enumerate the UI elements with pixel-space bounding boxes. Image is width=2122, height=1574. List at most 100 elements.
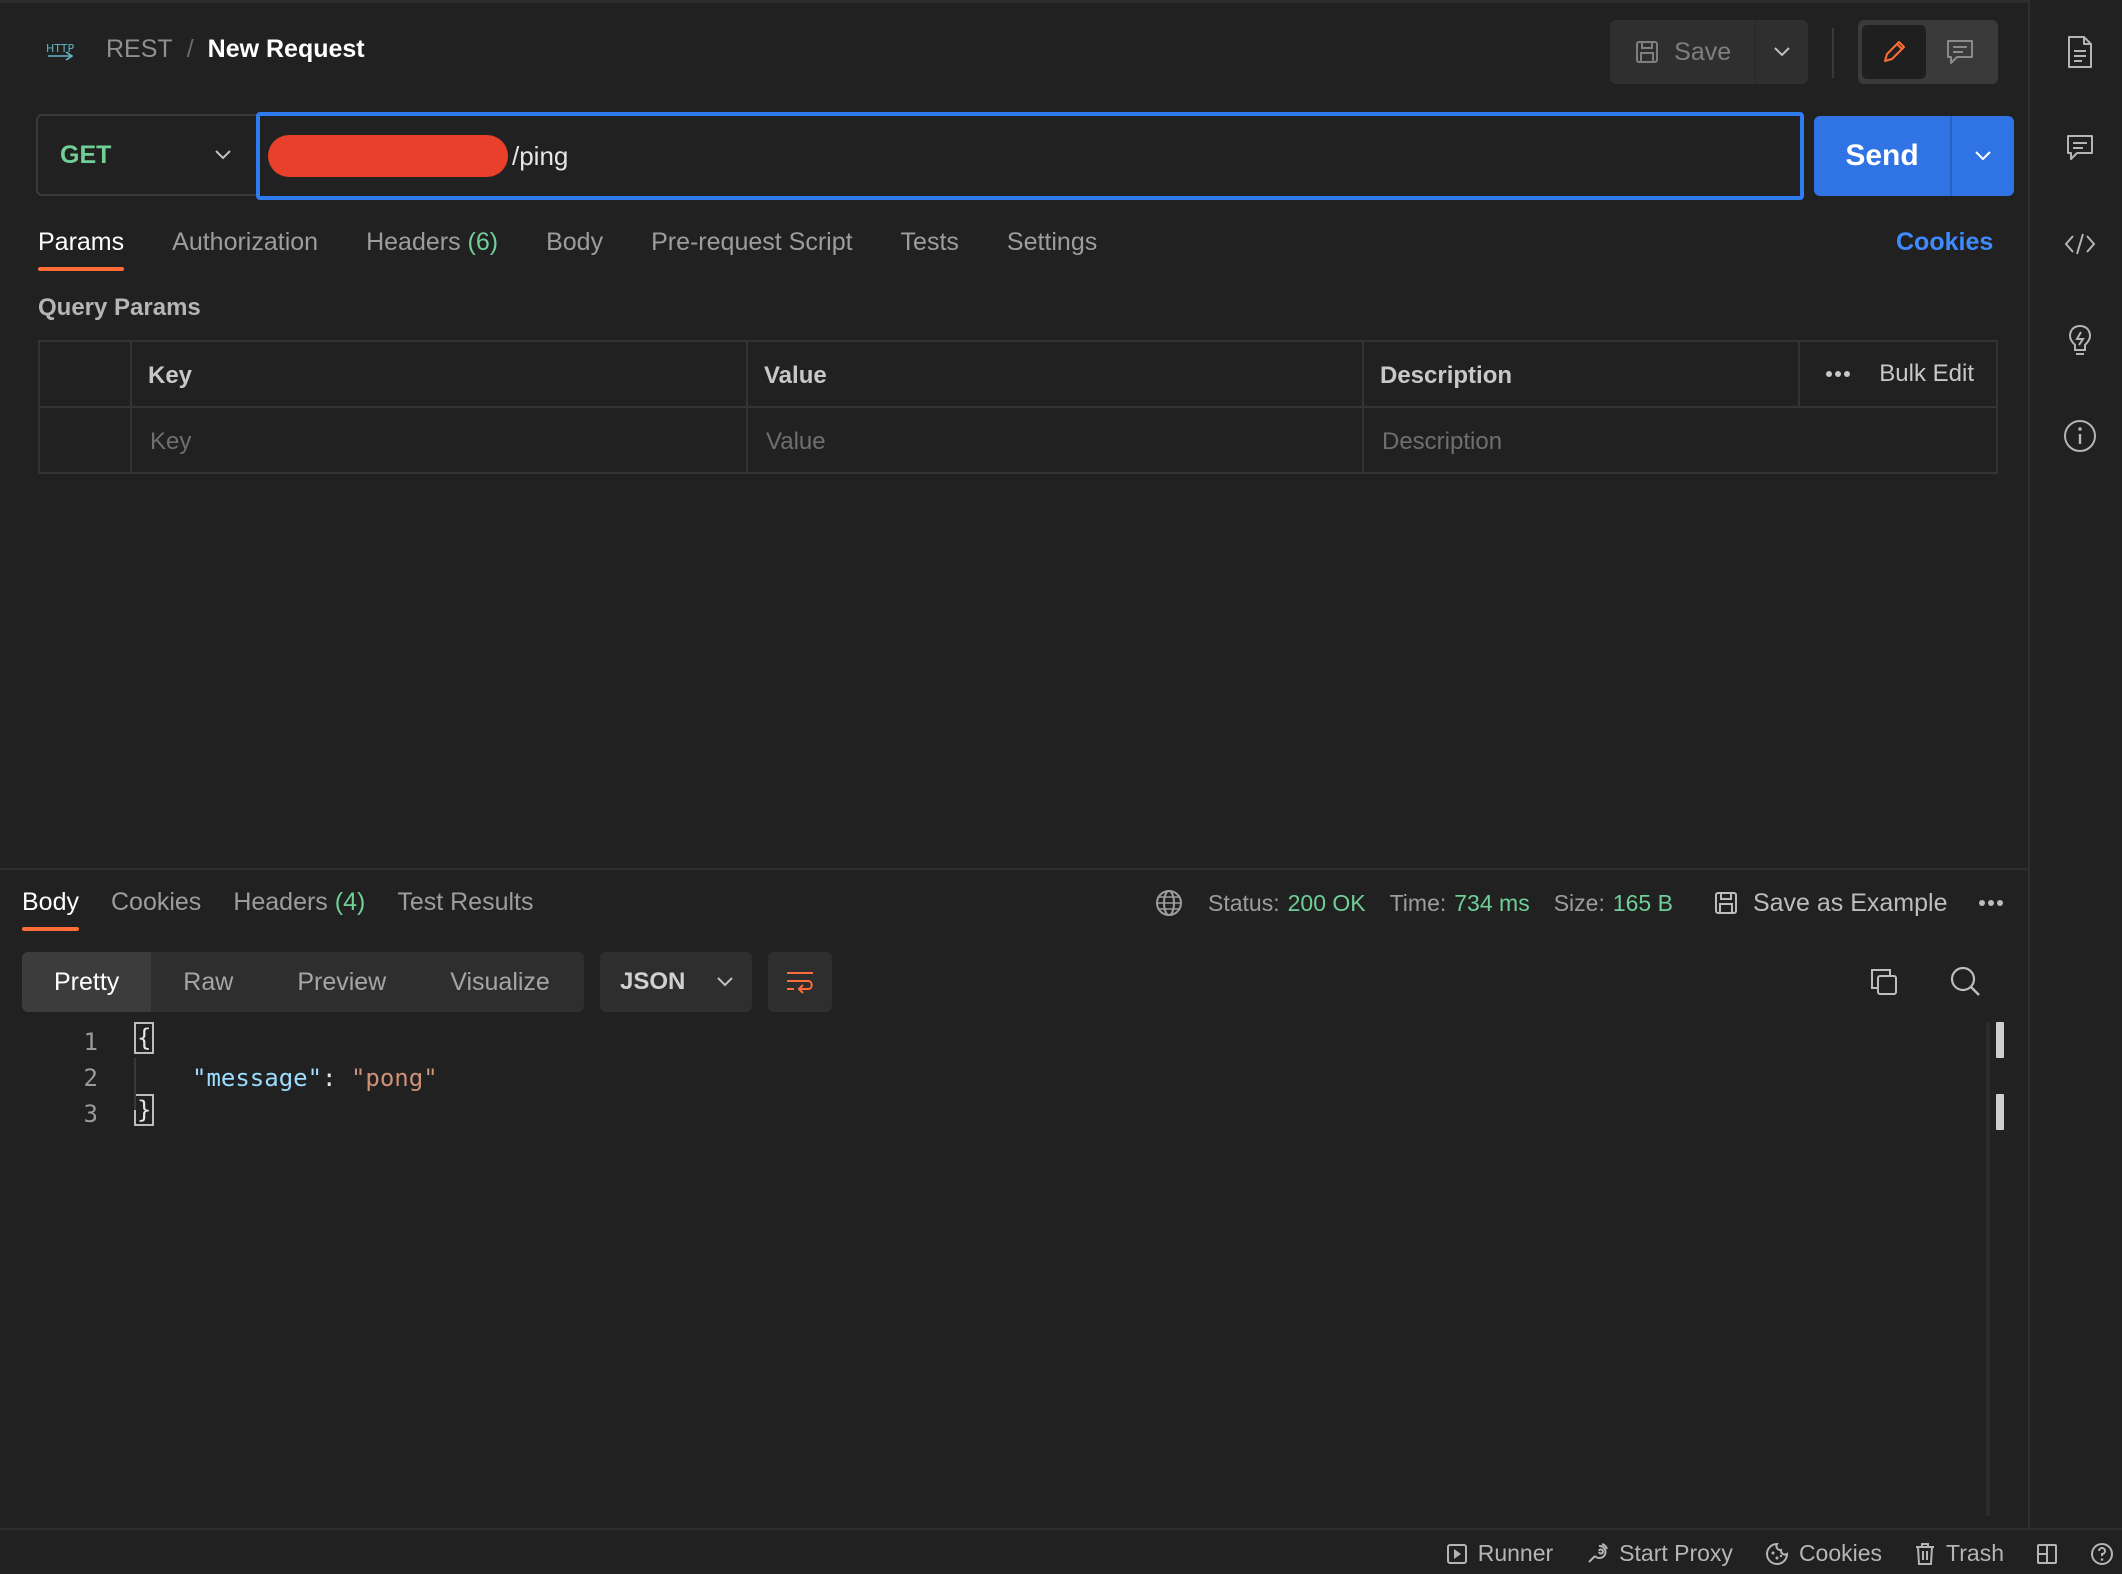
language-select[interactable]: JSON bbox=[600, 952, 752, 1012]
bulk-edit-button[interactable]: Bulk Edit bbox=[1879, 360, 1974, 388]
key-input[interactable]: Key bbox=[150, 428, 191, 456]
status-bar: Runner Start Proxy Cookies Trash bbox=[0, 1528, 2122, 1574]
table-header-row: Key Value Description Bulk Edit bbox=[40, 342, 1996, 408]
method-label: GET bbox=[60, 140, 112, 169]
lightbulb-icon[interactable] bbox=[2062, 322, 2098, 358]
chevron-down-icon bbox=[214, 149, 232, 161]
send-button-group: Send bbox=[1814, 116, 2014, 196]
edit-mode-button[interactable] bbox=[1862, 25, 1926, 79]
json-key: "message" bbox=[192, 1064, 323, 1092]
save-as-example-label: Save as Example bbox=[1752, 888, 1948, 917]
request-tabs: Params Authorization Headers (6) Body Pr… bbox=[38, 228, 1145, 271]
column-header-key: Key bbox=[148, 362, 193, 389]
more-options-icon[interactable] bbox=[1825, 370, 1851, 378]
bulk-edit-controls: Bulk Edit bbox=[1825, 360, 1974, 388]
format-visualize[interactable]: Visualize bbox=[418, 952, 582, 1012]
trash-label: Trash bbox=[1946, 1540, 2004, 1566]
code-icon[interactable] bbox=[2062, 226, 2098, 262]
size-value[interactable]: 165 B bbox=[1613, 890, 1673, 917]
tab-body[interactable]: Body bbox=[546, 228, 603, 271]
status-value[interactable]: 200 OK bbox=[1288, 890, 1366, 917]
comments-icon[interactable] bbox=[2062, 130, 2098, 166]
cookies-label: Cookies bbox=[1798, 1540, 1883, 1566]
indent-guide bbox=[134, 1058, 136, 1110]
chevron-down-icon bbox=[1974, 150, 1992, 162]
response-tabs: Body Cookies Headers (4) Test Results bbox=[22, 888, 566, 931]
breadcrumb-separator: / bbox=[186, 35, 194, 63]
scroll-marker bbox=[1996, 1022, 2004, 1058]
top-edge bbox=[0, 0, 2028, 3]
url-path: /ping bbox=[512, 140, 569, 171]
status-label: Status: bbox=[1208, 889, 1280, 916]
format-preview[interactable]: Preview bbox=[265, 952, 418, 1012]
view-mode-toggle bbox=[1858, 20, 1998, 84]
column-header-value: Value bbox=[764, 362, 827, 389]
wrap-lines-icon bbox=[784, 969, 816, 995]
response-tab-cookies[interactable]: Cookies bbox=[111, 888, 201, 931]
save-as-example-button[interactable]: Save as Example bbox=[1713, 889, 1948, 918]
send-options-button[interactable] bbox=[1952, 116, 2014, 196]
response-format-tabs: Pretty Raw Preview Visualize bbox=[22, 952, 584, 1012]
time-label: Time: bbox=[1389, 889, 1447, 916]
response-tab-test-results[interactable]: Test Results bbox=[397, 888, 533, 931]
breadcrumb-collection[interactable]: REST bbox=[106, 35, 173, 64]
save-button-group: Save bbox=[1610, 20, 1808, 84]
pencil-icon bbox=[1880, 38, 1908, 66]
trash-button[interactable]: Trash bbox=[1914, 1540, 2004, 1567]
save-icon bbox=[1634, 39, 1660, 65]
tab-tests[interactable]: Tests bbox=[901, 228, 959, 271]
column-divider bbox=[1798, 342, 1800, 406]
code-line: } bbox=[134, 1094, 155, 1126]
globe-icon[interactable] bbox=[1154, 888, 1184, 918]
response-tab-headers[interactable]: Headers (4) bbox=[233, 888, 365, 931]
time-value[interactable]: 734 ms bbox=[1454, 890, 1529, 917]
format-raw[interactable]: Raw bbox=[151, 952, 265, 1012]
svg-text:HTTP: HTTP bbox=[46, 42, 74, 55]
chevron-down-icon bbox=[716, 976, 734, 988]
response-meta: Status: 200 OK Time: 734 ms Size: 165 B … bbox=[1154, 888, 2004, 918]
cookies-button[interactable]: Cookies bbox=[1765, 1540, 1882, 1567]
value-input[interactable]: Value bbox=[766, 428, 826, 456]
query-params-title: Query Params bbox=[38, 294, 201, 321]
send-button[interactable]: Send bbox=[1814, 116, 1952, 196]
two-pane-button[interactable] bbox=[2036, 1543, 2058, 1565]
request-title[interactable]: New Request bbox=[208, 35, 365, 64]
pane-divider[interactable] bbox=[0, 868, 2028, 870]
line-number: 3 bbox=[83, 1100, 98, 1128]
editor-scrollbar[interactable] bbox=[1986, 1022, 1990, 1516]
description-input[interactable]: Description bbox=[1382, 428, 1502, 456]
trash-icon bbox=[1914, 1542, 1936, 1566]
json-brace[interactable]: } bbox=[134, 1094, 155, 1126]
size-label: Size: bbox=[1553, 889, 1605, 916]
info-icon[interactable] bbox=[2062, 418, 2098, 454]
save-button[interactable]: Save bbox=[1610, 20, 1757, 84]
help-button[interactable] bbox=[2090, 1542, 2114, 1566]
cookies-link[interactable]: Cookies bbox=[1896, 228, 1993, 257]
json-colon: : bbox=[322, 1064, 351, 1092]
url-input[interactable]: /ping bbox=[256, 112, 1804, 200]
json-value: "pong" bbox=[350, 1064, 438, 1092]
format-pretty[interactable]: Pretty bbox=[22, 952, 152, 1012]
comment-mode-button[interactable] bbox=[1926, 25, 1994, 79]
tab-headers[interactable]: Headers (6) bbox=[366, 228, 498, 271]
tab-params[interactable]: Params bbox=[38, 228, 125, 271]
wrap-lines-button[interactable] bbox=[768, 952, 832, 1012]
column-header-description: Description bbox=[1380, 362, 1513, 389]
line-number: 2 bbox=[83, 1064, 98, 1092]
documentation-icon[interactable] bbox=[2062, 34, 2098, 70]
more-options-icon[interactable] bbox=[1978, 899, 2004, 907]
comment-icon bbox=[1945, 38, 1975, 66]
start-proxy-button[interactable]: Start Proxy bbox=[1585, 1540, 1733, 1567]
copy-icon[interactable] bbox=[1868, 966, 1900, 998]
search-icon[interactable] bbox=[1948, 964, 1982, 998]
method-select[interactable]: GET bbox=[36, 114, 258, 196]
json-brace[interactable]: { bbox=[134, 1022, 155, 1054]
save-options-button[interactable] bbox=[1756, 20, 1808, 84]
runner-button[interactable]: Runner bbox=[1446, 1540, 1553, 1567]
tab-settings[interactable]: Settings bbox=[1007, 228, 1097, 271]
response-tab-body[interactable]: Body bbox=[22, 888, 79, 931]
right-sidebar-border bbox=[2028, 0, 2030, 1528]
save-icon bbox=[1713, 890, 1739, 916]
tab-pre-request-script[interactable]: Pre-request Script bbox=[651, 228, 852, 271]
tab-authorization[interactable]: Authorization bbox=[172, 228, 318, 271]
